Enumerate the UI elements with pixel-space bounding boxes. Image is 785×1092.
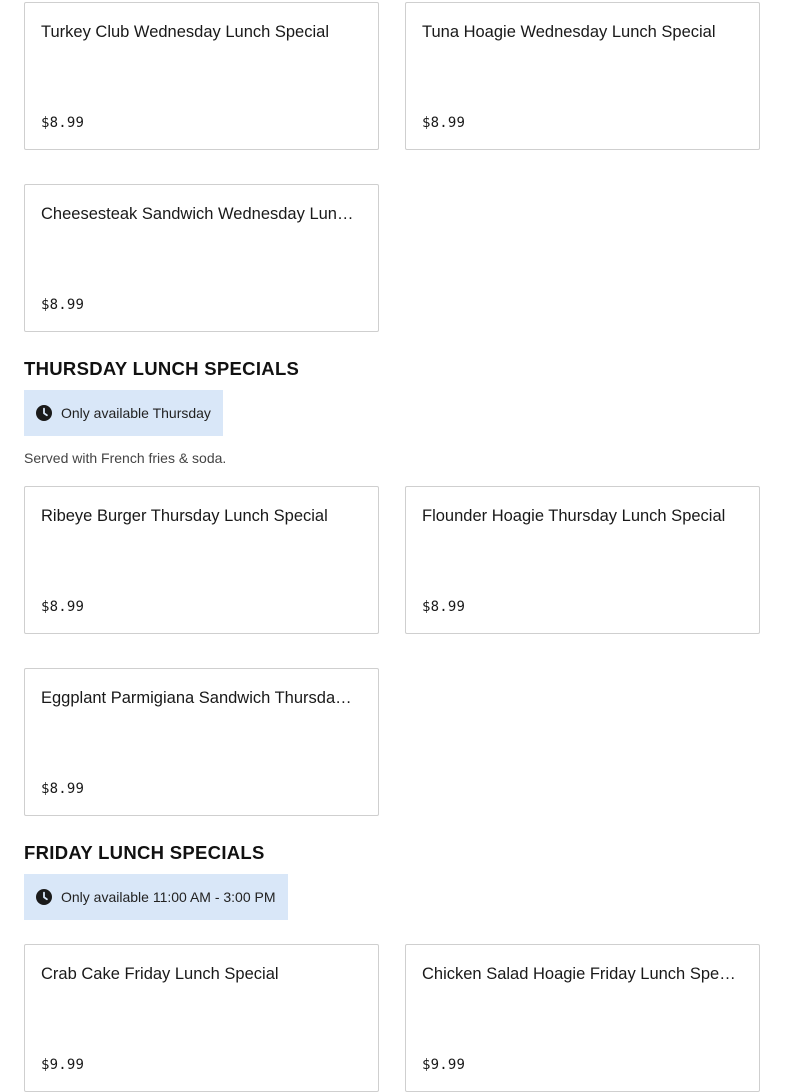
availability-badge: Only available Thursday (24, 390, 223, 436)
menu-item-price: $8.99 (422, 599, 466, 615)
menu-item-name: Cheesesteak Sandwich Wednesday Lunch Spe… (41, 205, 356, 223)
menu-item-price: $8.99 (41, 599, 85, 615)
menu-item-price: $8.99 (41, 781, 85, 797)
menu-item-card[interactable]: Turkey Club Wednesday Lunch Special $8.9… (24, 2, 379, 150)
menu-item-name: Flounder Hoagie Thursday Lunch Special (422, 507, 726, 525)
menu-item-price: $9.99 (41, 1057, 85, 1073)
menu-item-price: $8.99 (41, 297, 85, 313)
availability-text: Only available 11:00 AM - 3:00 PM (61, 889, 276, 905)
menu-item-name: Crab Cake Friday Lunch Special (41, 965, 279, 983)
section-description: Served with French fries & soda. (24, 450, 227, 466)
menu-item-price: $8.99 (422, 115, 466, 131)
menu-item-price: $8.99 (41, 115, 85, 131)
menu-item-card[interactable]: Ribeye Burger Thursday Lunch Special $8.… (24, 486, 379, 634)
menu-item-card[interactable]: Flounder Hoagie Thursday Lunch Special $… (405, 486, 760, 634)
section-title-thursday: THURSDAY LUNCH SPECIALS (24, 358, 300, 379)
menu-item-name: Tuna Hoagie Wednesday Lunch Special (422, 23, 716, 41)
availability-text: Only available Thursday (61, 405, 211, 421)
menu-item-card[interactable]: Tuna Hoagie Wednesday Lunch Special $8.9… (405, 2, 760, 150)
section-title-friday: FRIDAY LUNCH SPECIALS (24, 842, 265, 863)
menu-item-name: Eggplant Parmigiana Sandwich Thursday Lu… (41, 689, 356, 707)
menu-item-card[interactable]: Eggplant Parmigiana Sandwich Thursday Lu… (24, 668, 379, 816)
menu-item-card[interactable]: Crab Cake Friday Lunch Special $9.99 (24, 944, 379, 1092)
menu-item-name: Turkey Club Wednesday Lunch Special (41, 23, 329, 41)
clock-icon (36, 889, 52, 905)
menu-item-card[interactable]: Cheesesteak Sandwich Wednesday Lunch Spe… (24, 184, 379, 332)
clock-icon (36, 405, 52, 421)
menu-item-card[interactable]: Chicken Salad Hoagie Friday Lunch Specia… (405, 944, 760, 1092)
menu-item-price: $9.99 (422, 1057, 466, 1073)
menu-item-name: Chicken Salad Hoagie Friday Lunch Specia… (422, 965, 737, 983)
availability-badge: Only available 11:00 AM - 3:00 PM (24, 874, 288, 920)
menu-item-name: Ribeye Burger Thursday Lunch Special (41, 507, 328, 525)
